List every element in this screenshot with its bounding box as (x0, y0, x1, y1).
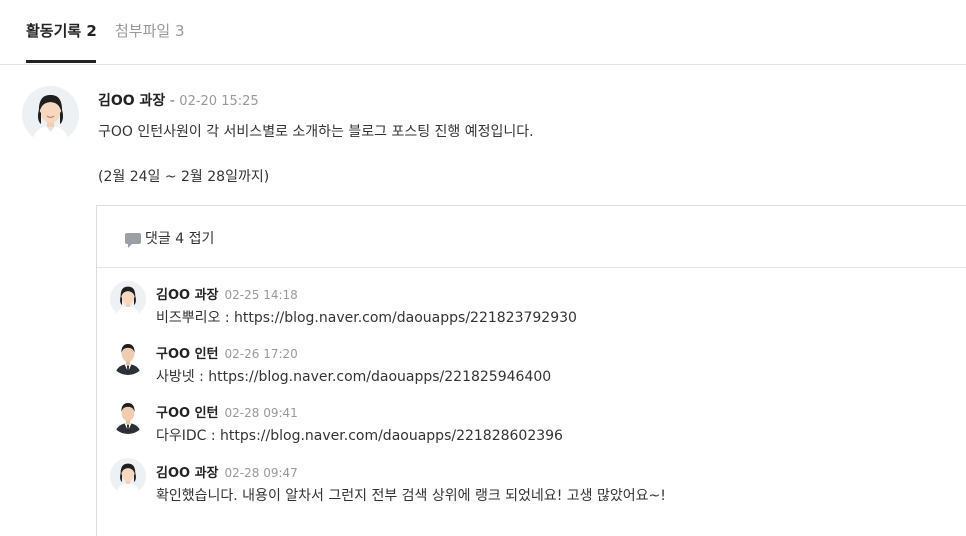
comment-count-label: 댓글 4 접기 (145, 231, 215, 247)
comment-header: 구OO 인턴 02-26 17:20 (156, 343, 298, 362)
avatar (110, 281, 146, 317)
comment-header: 김OO 과장 02-28 09:47 (156, 462, 298, 481)
avatar (110, 398, 146, 434)
post-separator: - (169, 93, 175, 109)
comment-header: 댓글 4 접기 (97, 206, 966, 268)
comment-text: 다우IDC : https://blog.naver.com/daouapps/… (156, 428, 563, 444)
comment-text: 비즈뿌리오 : https://blog.naver.com/daouapps/… (156, 310, 577, 326)
comment-author-name: 구OO 인턴 (156, 347, 219, 362)
avatar (110, 458, 146, 494)
post-body-line: (2월 24일 ~ 2월 28일까지) (98, 169, 270, 185)
female-profile-icon (22, 86, 79, 143)
collapse-comments-button[interactable]: 댓글 4 접기 (125, 228, 214, 248)
comment-text: 사방넷 : https://blog.naver.com/daouapps/22… (156, 369, 552, 385)
female-profile-icon (110, 458, 146, 494)
post-timestamp: 02-20 15:25 (179, 94, 259, 109)
tab-bar: 활동기록 2 첨부파일 3 (0, 0, 966, 65)
comment-author-name: 김OO 과장 (156, 466, 219, 481)
female-profile-icon (110, 281, 146, 317)
comment-header: 구OO 인턴 02-28 09:41 (156, 402, 298, 421)
post-body-line: 구OO 인턴사원이 각 서비스별로 소개하는 블로그 포스팅 진행 예정입니다. (98, 124, 534, 140)
active-tab-indicator (26, 60, 96, 63)
comment-timestamp: 02-26 17:20 (224, 347, 298, 361)
male-profile-icon (110, 339, 146, 375)
comment-author-name: 구OO 인턴 (156, 406, 219, 421)
comment-header: 김OO 과장 02-25 14:18 (156, 284, 298, 303)
avatar (110, 339, 146, 375)
post-header: 김OO 과장 - 02-20 15:25 (98, 90, 259, 110)
comment-timestamp: 02-28 09:47 (224, 466, 298, 480)
tab-attachments[interactable]: 첨부파일 3 (115, 20, 185, 41)
avatar (22, 86, 79, 143)
tab-activity-log[interactable]: 활동기록 2 (26, 20, 97, 41)
comment-text: 확인했습니다. 내용이 알차서 그런지 전부 검색 상위에 랭크 되었네요! 고… (156, 488, 666, 504)
post-author-name: 김OO 과장 (98, 93, 166, 109)
comment-timestamp: 02-25 14:18 (224, 288, 298, 302)
male-profile-icon (110, 398, 146, 434)
comment-author-name: 김OO 과장 (156, 288, 219, 303)
comment-timestamp: 02-28 09:41 (224, 406, 298, 420)
comment-bubble-icon (125, 233, 141, 248)
